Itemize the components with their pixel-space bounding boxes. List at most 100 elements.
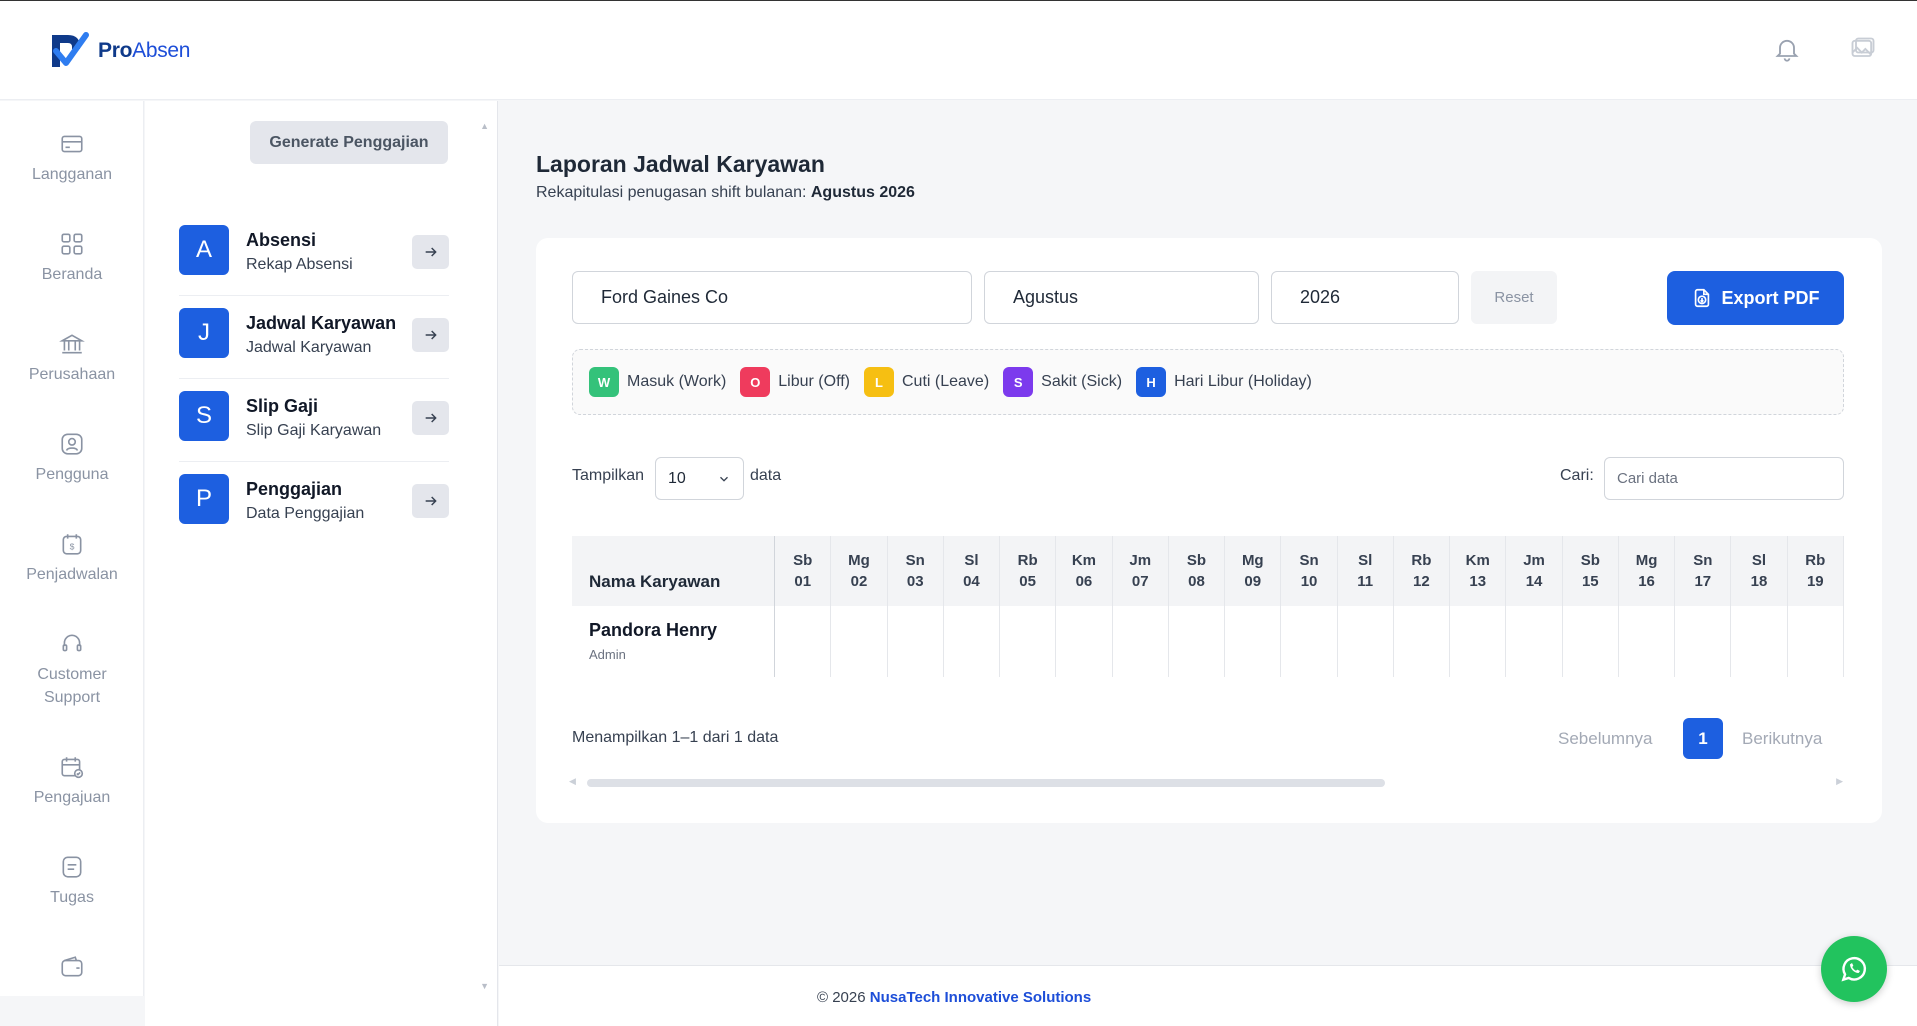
top-bar: ProAbsen [0, 0, 1917, 100]
day-cell[interactable] [1224, 606, 1282, 677]
credit-card-icon [61, 135, 83, 153]
nav-item-customer-support[interactable]: Customer Support [0, 631, 144, 709]
nav-item-perusahaan[interactable]: Perusahaan [0, 331, 144, 386]
schedule-table-wrapper[interactable]: Nama Karyawan Sb 01 Mg 02 Sn 03 Sl 04 Rb 05 K… [572, 536, 1844, 677]
page-subtitle: Rekapitulasi penugasan shift bulanan: Ag… [536, 184, 915, 201]
generate-payroll-button[interactable]: Generate Penggajian [250, 121, 448, 164]
search-label: Cari: [1560, 467, 1594, 484]
svg-text:$: $ [70, 541, 75, 551]
day-header: Sn 10 [1280, 536, 1338, 606]
arrow-right-icon[interactable] [412, 484, 449, 518]
day-cell[interactable] [1562, 606, 1619, 677]
nav-item-wallet[interactable] [0, 954, 144, 986]
day-header: Km 13 [1449, 536, 1507, 606]
arrow-right-icon[interactable] [412, 235, 449, 269]
year-input[interactable]: 2026 [1271, 271, 1459, 324]
sub-item-penggajian[interactable]: P Penggajian Data Penggajian [179, 462, 449, 545]
nav-item-beranda[interactable]: Beranda [0, 231, 144, 286]
horizontal-scrollbar[interactable]: ◀ ▶ [569, 776, 1843, 788]
sub-item-jadwal-karyawan[interactable]: J Jadwal Karyawan Jadwal Karyawan [179, 296, 449, 379]
calendar-check-icon [61, 757, 84, 779]
month-select[interactable]: Agustus [984, 271, 1259, 324]
day-cell[interactable] [774, 606, 832, 677]
legend-item-leave: L Cuti (Leave) [864, 367, 989, 397]
day-header: Sb 08 [1168, 536, 1226, 606]
sub-item-desc: Jadwal Karyawan [246, 339, 372, 356]
scroll-down-arrow[interactable]: ▼ [480, 981, 489, 991]
bell-icon[interactable] [1773, 35, 1801, 63]
employee-name: Pandora Henry [589, 620, 718, 641]
footer-company-link[interactable]: NusaTech Innovative Solutions [870, 989, 1091, 1006]
name-column-header[interactable]: Nama Karyawan [572, 536, 776, 606]
nav-item-tugas[interactable]: Tugas [0, 854, 144, 909]
scrollbar-thumb[interactable] [587, 779, 1385, 787]
day-header: Mg 02 [830, 536, 888, 606]
legend-item-off: O Libur (Off) [740, 367, 850, 397]
sub-item-title: Jadwal Karyawan [246, 313, 397, 333]
sub-item-badge: S [179, 391, 229, 441]
day-header: Sn 03 [887, 536, 944, 606]
wallet-icon [61, 956, 83, 977]
reset-button[interactable]: Reset [1471, 271, 1557, 324]
day-cell[interactable] [1112, 606, 1169, 677]
nav-item-penjadwalan[interactable]: $ Penjadwalan [0, 531, 144, 586]
day-cell[interactable] [1055, 606, 1113, 677]
company-select[interactable]: Ford Gaines Co [572, 271, 972, 324]
day-cell[interactable] [830, 606, 888, 677]
page-size-select[interactable]: 10 [655, 457, 744, 500]
legend-item-holiday: H Hari Libur (Holiday) [1136, 367, 1312, 397]
day-cell[interactable] [1337, 606, 1394, 677]
avatar-image-icon[interactable] [1849, 35, 1877, 63]
user-circle-icon [61, 433, 83, 455]
report-card: Ford Gaines Co Agustus 2026 Reset Export… [536, 238, 1882, 823]
footer: © 2026 NusaTech Innovative Solutions [499, 965, 1917, 1026]
sub-item-slip-gaji[interactable]: S Slip Gaji Slip Gaji Karyawan [179, 379, 449, 462]
day-cell[interactable] [1674, 606, 1732, 677]
export-pdf-button[interactable]: Export PDF [1667, 271, 1844, 325]
grid-icon [61, 233, 83, 255]
day-header: Sl 11 [1337, 536, 1394, 606]
sub-item-absensi[interactable]: A Absensi Rekap Absensi [179, 213, 449, 296]
main-content: Laporan Jadwal Karyawan Rekapitulasi pen… [499, 101, 1917, 963]
whatsapp-icon [1841, 956, 1867, 982]
day-cell[interactable] [1393, 606, 1451, 677]
next-page-button[interactable]: Berikutnya [1742, 729, 1822, 749]
sub-item-desc: Data Penggajian [246, 505, 365, 522]
arrow-right-icon[interactable] [412, 401, 449, 435]
day-header: Sb 01 [774, 536, 832, 606]
day-cell[interactable] [1505, 606, 1563, 677]
day-cell[interactable] [1449, 606, 1507, 677]
nav-item-pengajuan[interactable]: Pengajuan [0, 754, 144, 809]
scroll-up-arrow[interactable]: ▲ [480, 121, 489, 131]
sub-item-badge: J [179, 308, 229, 358]
sub-item-desc: Slip Gaji Karyawan [246, 422, 382, 439]
bank-icon [59, 334, 85, 354]
scroll-left-arrow[interactable]: ◀ [569, 776, 576, 787]
table-row: Pandora Henry Admin [572, 606, 1844, 677]
whatsapp-button[interactable] [1821, 936, 1887, 1002]
day-cell[interactable] [1730, 606, 1788, 677]
legend-item-sick: S Sakit (Sick) [1003, 367, 1122, 397]
search-input[interactable] [1604, 457, 1844, 500]
footer-copyright: © 2026 NusaTech Innovative Solutions [817, 989, 1092, 1006]
day-cell[interactable] [1618, 606, 1676, 677]
day-cell[interactable] [887, 606, 944, 677]
nav-item-pengguna[interactable]: Pengguna [0, 431, 144, 486]
nav-item-langganan[interactable]: Langganan [0, 131, 144, 186]
task-icon [62, 856, 82, 878]
pagination-info: Menampilkan 1–1 dari 1 data [572, 729, 779, 746]
file-download-icon [1695, 288, 1710, 308]
day-header: Km 06 [1055, 536, 1113, 606]
app-logo[interactable]: ProAbsen [46, 29, 190, 73]
day-header: Rb 19 [1787, 536, 1844, 606]
day-cell[interactable] [1168, 606, 1226, 677]
page-number-button[interactable]: 1 [1683, 718, 1723, 759]
headset-icon [62, 634, 82, 652]
day-cell[interactable] [943, 606, 1000, 677]
day-cell[interactable] [999, 606, 1057, 677]
day-cell[interactable] [1280, 606, 1338, 677]
arrow-right-icon[interactable] [412, 318, 449, 352]
prev-page-button[interactable]: Sebelumnya [1558, 729, 1653, 749]
day-cell[interactable] [1787, 606, 1844, 677]
scroll-right-arrow[interactable]: ▶ [1836, 776, 1843, 787]
